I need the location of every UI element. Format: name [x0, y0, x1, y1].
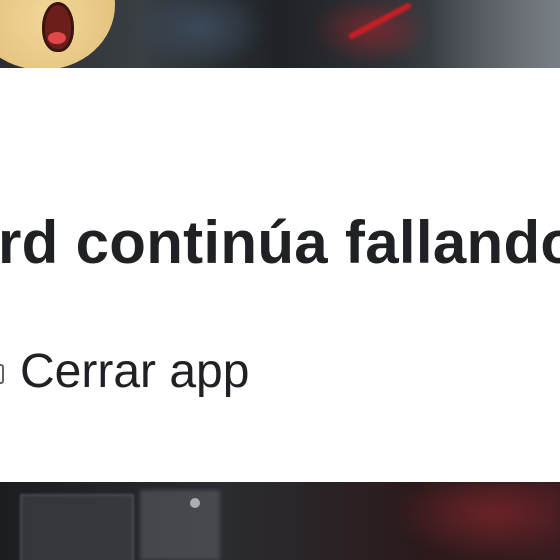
background-blur-shape: [190, 498, 200, 508]
background-blur-shape: [140, 490, 220, 560]
dialog-title: rd continúa fallando: [0, 209, 560, 276]
avatar-tongue: [48, 32, 66, 44]
close-app-button[interactable]: Cerrar app: [0, 340, 249, 404]
background-blur-shape: [390, 482, 560, 560]
phone-screen: rd continúa fallando Cerrar app: [0, 0, 560, 560]
app-crash-dialog: rd continúa fallando Cerrar app: [0, 68, 560, 482]
background-app-bottom: [0, 482, 560, 560]
background-blur-shape: [430, 0, 560, 70]
background-blur-shape: [20, 494, 134, 560]
background-blur-shape: [130, 0, 270, 70]
avatar-mouth: [42, 2, 74, 52]
close-app-label: Cerrar app: [20, 345, 250, 398]
app-close-icon: [0, 358, 6, 386]
